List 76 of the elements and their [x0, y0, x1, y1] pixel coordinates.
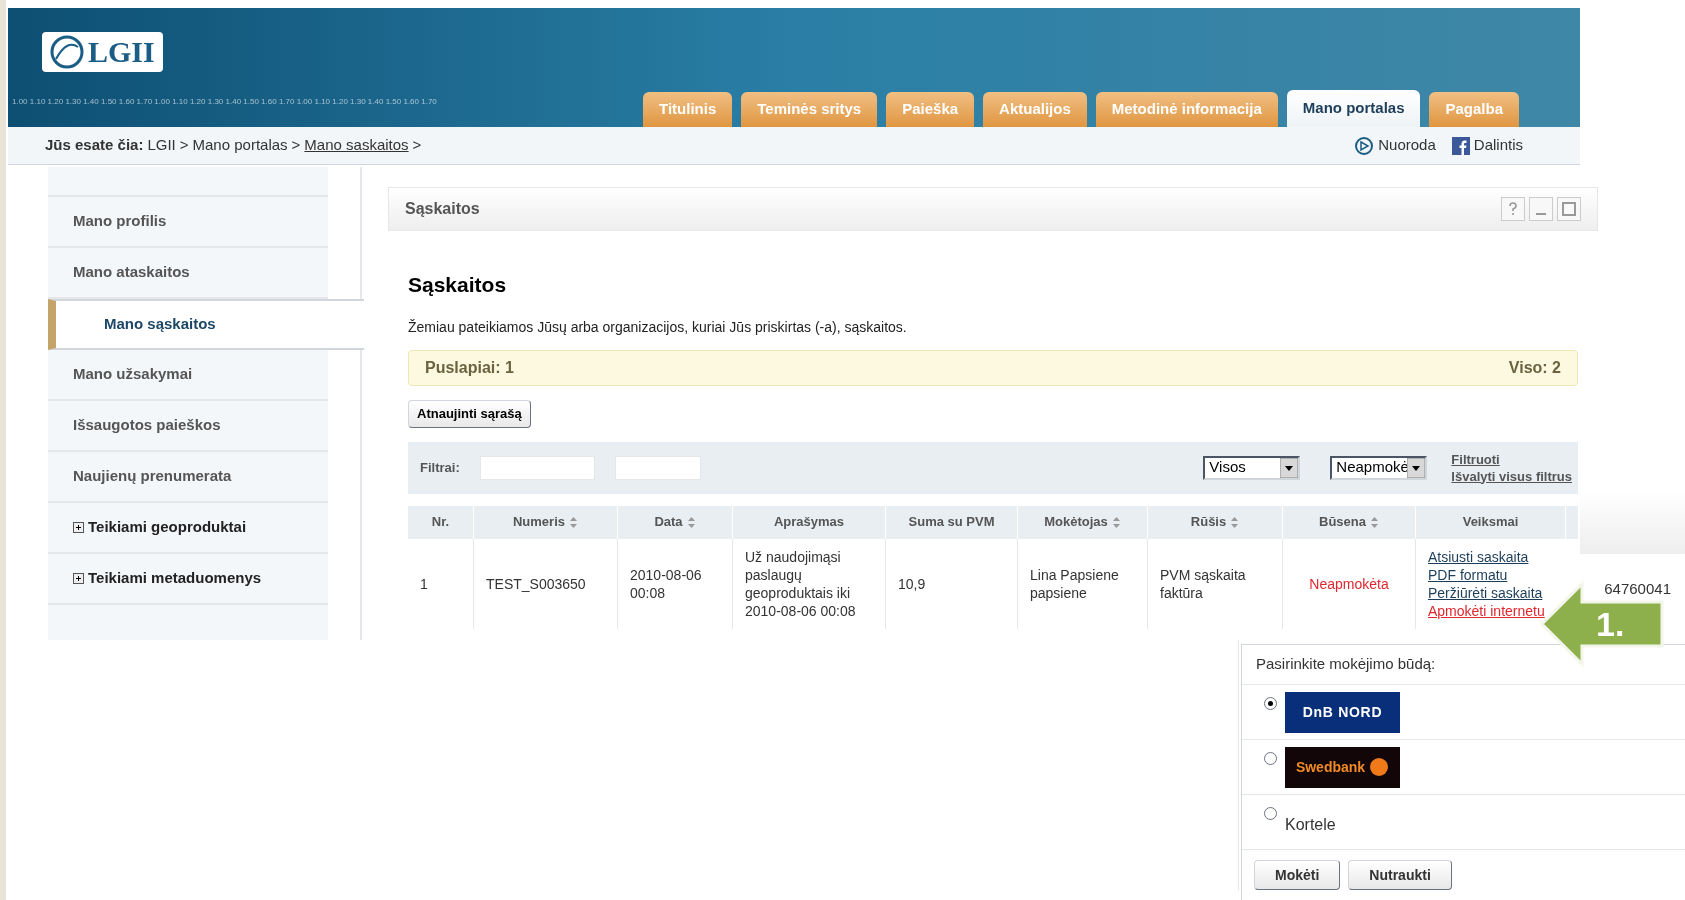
sidebar-item[interactable]: Mano ataskaitos — [48, 248, 328, 299]
filter-dropdown[interactable]: Visos — [1203, 455, 1301, 480]
table-cell: TEST_S003650 — [474, 538, 618, 629]
description-text: Žemiau pateikiamos Jūsų arba organizacijos, kuriai Jūs priskirtas (-a), sąskaitos. — [408, 317, 908, 337]
table-cell: 2010-08-06 00:08 — [618, 538, 733, 629]
link-icon — [1354, 135, 1375, 156]
sort-icon — [1370, 515, 1379, 529]
action-link[interactable]: Atsiusti saskaita PDF formatu — [1428, 547, 1554, 584]
breadcrumb-separator: > — [412, 135, 422, 156]
bank-logo[interactable]: DnB NORD — [1285, 691, 1400, 733]
table-cell: PVM sąskaita faktūra — [1148, 538, 1283, 629]
column-header[interactable]: Būsena — [1283, 505, 1416, 539]
column-header[interactable]: Numeris — [474, 505, 618, 539]
filter-label: Filtrai: — [419, 458, 461, 477]
action-link[interactable]: Apmokėti internetu — [1428, 601, 1554, 620]
sidebar-item[interactable]: Mano sąskaitos — [48, 299, 364, 350]
sidebar-item[interactable]: Mano užsakymai — [48, 350, 328, 401]
plus-icon[interactable] — [73, 522, 84, 533]
sidebar-item[interactable]: Išsaugotos paieškos — [48, 401, 328, 452]
payment-button[interactable]: Nutraukti — [1348, 860, 1452, 890]
sort-icon — [686, 515, 696, 529]
radio-button[interactable] — [1264, 807, 1277, 820]
breadcrumb-link[interactable]: Mano saskaitos — [304, 134, 409, 157]
plus-icon[interactable] — [73, 573, 84, 584]
table-cell: Lina Papsiene papsiene — [1018, 538, 1148, 629]
column-header[interactable]: Rūšis — [1148, 505, 1283, 539]
table-cell: Neapmokėta — [1283, 538, 1416, 629]
column-header: Aprašymas — [733, 505, 886, 539]
maximize-icon[interactable] — [1557, 197, 1581, 221]
nav-tab[interactable]: Mano portalas — [1286, 90, 1421, 127]
total-count: Viso: 2 — [1508, 357, 1561, 378]
sidebar-item[interactable]: Naujienų prenumerata — [48, 452, 328, 503]
payment-option-label[interactable]: Kortele — [1285, 813, 1336, 837]
dropdown-arrow-icon — [1280, 457, 1299, 478]
column-header[interactable]: Data — [618, 505, 733, 539]
action-link[interactable]: Peržiūrėti saskaita — [1428, 583, 1554, 602]
clear-filters-link[interactable]: Išvalyti visus filtrus — [1451, 467, 1572, 485]
sidebar-item[interactable]: Mano profilis — [48, 197, 328, 248]
filter-link[interactable]: Filtruoti — [1451, 450, 1572, 468]
radio-button[interactable] — [1264, 752, 1277, 765]
help-icon[interactable] — [1501, 197, 1525, 221]
table-cell: 10,9 — [886, 538, 1018, 629]
minimize-icon[interactable] — [1529, 197, 1553, 221]
page-heading: Sąskaitos — [408, 272, 508, 298]
breadcrumb-label: Jūs esate čia: — [45, 135, 144, 156]
portlet-title: Sąskaitos — [405, 199, 480, 219]
breadcrumb-item[interactable]: Mano portalas — [192, 134, 288, 157]
page-count: Puslapiai: 1 — [425, 357, 514, 378]
breadcrumb-separator: > — [291, 135, 301, 156]
share-link[interactable]: Nuoroda — [1378, 134, 1436, 157]
breadcrumb-item[interactable]: LGII — [147, 134, 176, 157]
radio-button[interactable] — [1264, 697, 1277, 710]
payment-button[interactable]: Mokėti — [1254, 860, 1341, 890]
globe-icon — [50, 35, 84, 69]
filter-input[interactable] — [615, 455, 701, 480]
table-cell: 1 — [408, 538, 474, 629]
filter-dropdown[interactable]: Neapmokė — [1330, 455, 1428, 480]
breadcrumb-separator: > — [179, 135, 189, 156]
column-header: Veiksmai — [1416, 505, 1566, 539]
bank-logo[interactable]: Swedbank — [1285, 746, 1400, 788]
column-header: Nr. — [408, 505, 474, 539]
filter-input[interactable] — [480, 455, 595, 480]
sort-icon — [569, 515, 578, 529]
scale-ruler: 1.00 1.10 1.20 1.30 1.40 1.50 1.60 1.70 1.00 1.10 1.20 1.30 1.40 1.50 1.60 1.70 1.00 1.10 1.20 1.30 1.40 1.50 1.60 1.70 — [12, 96, 437, 108]
sidebar-item[interactable]: Teikiami metaduomenys — [48, 554, 328, 605]
facebook-icon — [1451, 136, 1470, 155]
column-header[interactable]: Mokėtojas — [1018, 505, 1148, 539]
column-header: Suma su PVM — [886, 505, 1018, 539]
sort-icon — [1111, 515, 1121, 529]
account-number: 64760041 — [1604, 579, 1671, 599]
sidebar-item[interactable]: Teikiami geoproduktai — [48, 503, 328, 554]
refresh-button[interactable]: Atnaujinti sąrašą — [408, 399, 531, 428]
dropdown-arrow-icon — [1407, 457, 1426, 478]
site-logo[interactable]: LGII — [42, 32, 163, 72]
share-link[interactable]: Dalintis — [1473, 134, 1523, 157]
table-cell: Už naudojimąsi paslaugų geoproduktais iki 2010-08-06 00:08 — [733, 538, 886, 629]
